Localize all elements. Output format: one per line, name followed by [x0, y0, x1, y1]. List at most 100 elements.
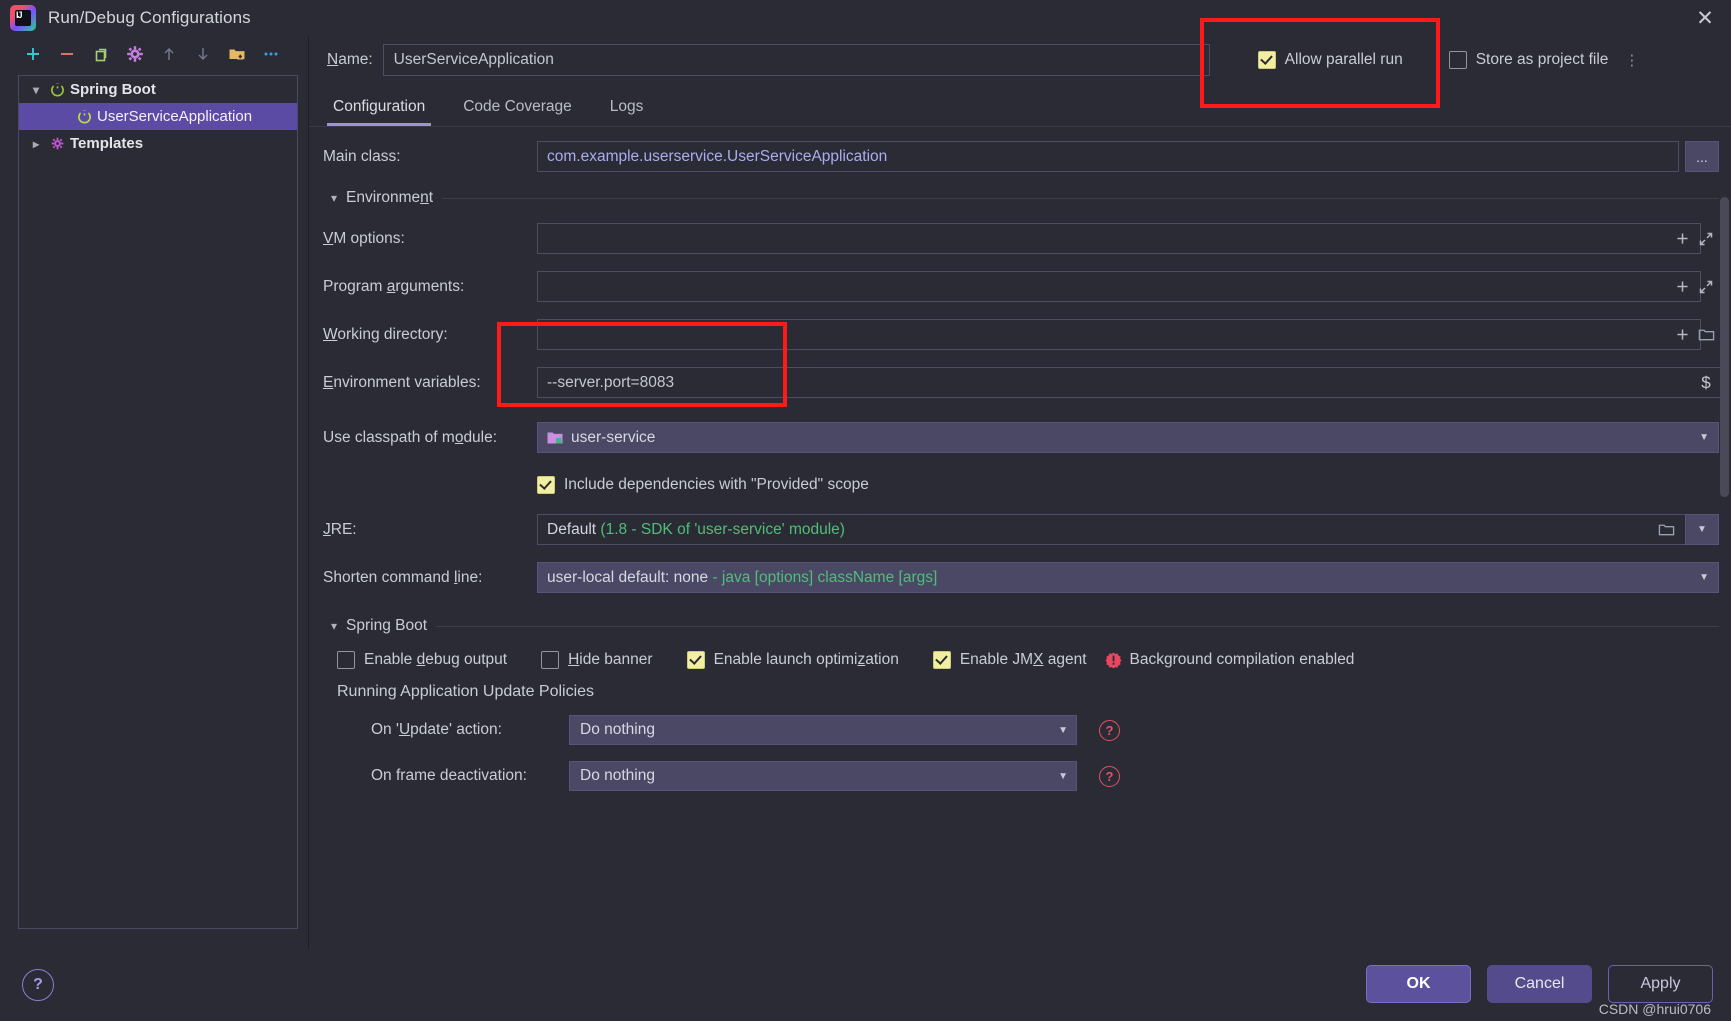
environment-variables-input[interactable]: --server.port=8083	[537, 367, 1723, 398]
form-scrollbar[interactable]	[1720, 127, 1729, 949]
on-frame-deactivation-combo[interactable]: Do nothing ▼	[569, 761, 1077, 791]
configuration-form: Main class: com.example.userservice.User…	[309, 127, 1731, 949]
help-icon[interactable]: ?	[1099, 765, 1120, 787]
close-icon[interactable]: ✕	[1679, 0, 1731, 36]
environment-section-header[interactable]: ▾ Environment	[331, 189, 1719, 207]
tab-code-coverage[interactable]: Code Coverage	[457, 98, 578, 126]
ok-button[interactable]: OK	[1366, 965, 1471, 1003]
configurations-tree[interactable]: ▾ Spring Boot UserServiceApplication ▸ T…	[18, 75, 298, 929]
use-classpath-of-module-row: Use classpath of module: user-service ▼	[323, 422, 1719, 453]
on-update-action-combo[interactable]: Do nothing ▼	[569, 715, 1077, 745]
tree-node-label: UserServiceApplication	[97, 108, 253, 125]
include-provided-checkbox[interactable]: Include dependencies with "Provided" sco…	[537, 476, 869, 494]
enable-launch-optimization-checkbox[interactable]: Enable launch optimization	[686, 651, 899, 669]
jre-dropdown-button[interactable]: ▼	[1685, 514, 1719, 545]
main-class-value: com.example.userservice.UserServiceAppli…	[547, 147, 888, 165]
jre-browse-folder-icon[interactable]	[1653, 522, 1679, 537]
tab-logs[interactable]: Logs	[604, 98, 650, 126]
shorten-command-line-label: Shorten command line:	[323, 568, 483, 586]
tree-node-templates[interactable]: ▸ Templates	[19, 130, 297, 157]
jre-combo[interactable]: Default (1.8 - SDK of 'user-service' mod…	[537, 514, 1711, 545]
enable-debug-output-label: Enable debug output	[364, 651, 508, 668]
allow-parallel-run-checkbox[interactable]: Allow parallel run	[1257, 51, 1403, 69]
move-down-button[interactable]	[188, 40, 218, 68]
section-divider	[442, 197, 1719, 199]
working-directory-add-icon[interactable]	[1669, 327, 1695, 342]
vm-options-expand-icon[interactable]	[1693, 231, 1719, 247]
chevron-down-icon[interactable]: ▼	[1058, 725, 1068, 736]
tree-node-userserviceapplication[interactable]: UserServiceApplication	[19, 103, 297, 130]
scrollbar-thumb[interactable]	[1720, 197, 1729, 497]
chevron-down-icon[interactable]: ▼	[1699, 572, 1709, 583]
program-arguments-add-icon[interactable]	[1669, 279, 1695, 294]
program-arguments-label: Program arguments:	[323, 277, 465, 295]
enable-jmx-agent-checkbox[interactable]: Enable JMX agent	[932, 651, 1087, 669]
editor-tabs: Configuration Code Coverage Logs	[309, 84, 1731, 126]
main-class-label: Main class:	[323, 147, 401, 165]
watermark: CSDN @hrui0706	[1598, 1001, 1711, 1017]
chevron-down-icon[interactable]: ▼	[1058, 771, 1068, 782]
background-compilation-status: Background compilation enabled	[1105, 651, 1355, 669]
main-class-browse-button[interactable]: ...	[1685, 141, 1719, 172]
program-arguments-input[interactable]	[537, 271, 1701, 302]
tree-node-spring-boot[interactable]: ▾ Spring Boot	[19, 76, 297, 103]
working-directory-folder-icon[interactable]	[1693, 327, 1719, 342]
program-arguments-expand-icon[interactable]	[1693, 279, 1719, 295]
hide-banner-label: Hide banner	[568, 651, 653, 668]
tab-label: Code Coverage	[463, 98, 572, 115]
chevron-down-icon[interactable]: ▾	[27, 83, 45, 97]
new-folder-icon[interactable]	[222, 40, 252, 68]
shorten-command-line-row: Shorten command line: user-local default…	[323, 562, 1719, 593]
spring-boot-section-header[interactable]: ▾ Spring Boot	[331, 617, 1719, 635]
main-class-input[interactable]: com.example.userservice.UserServiceAppli…	[537, 141, 1679, 172]
warning-icon	[1105, 652, 1122, 669]
more-options-button[interactable]	[256, 40, 286, 68]
apply-button[interactable]: Apply	[1608, 965, 1713, 1003]
store-as-project-file-label: Store as project file	[1475, 51, 1609, 68]
window-title: Run/Debug Configurations	[48, 8, 251, 27]
remove-configuration-button[interactable]	[52, 40, 82, 68]
name-input[interactable]: UserServiceApplication	[382, 44, 1210, 76]
include-provided-label: Include dependencies with "Provided" sco…	[564, 476, 869, 493]
module-icon	[547, 431, 563, 445]
vm-options-input[interactable]	[537, 223, 1701, 254]
use-classpath-of-module-combo[interactable]: user-service ▼	[537, 422, 1719, 453]
copy-configuration-button[interactable]	[86, 40, 116, 68]
more-vertical-icon[interactable]: ⋮	[1624, 51, 1640, 69]
name-row: Name: UserServiceApplication Allow paral…	[309, 18, 1731, 108]
allow-parallel-run-group: Allow parallel run	[1199, 18, 1440, 108]
move-up-button[interactable]	[154, 40, 184, 68]
chevron-down-icon[interactable]: ▾	[331, 191, 337, 205]
help-button-label: ?	[33, 976, 43, 993]
background-compilation-label: Background compilation enabled	[1129, 651, 1355, 668]
chevron-down-icon[interactable]: ▾	[331, 619, 337, 633]
browse-label: ...	[1696, 148, 1708, 165]
help-button[interactable]: ?	[22, 969, 54, 1001]
gear-icon	[50, 136, 65, 151]
edit-templates-gear-icon[interactable]	[120, 40, 150, 68]
on-update-action-label: On 'Update' action:	[371, 721, 502, 738]
configuration-editor-pane: Name: UserServiceApplication Allow paral…	[308, 18, 1731, 949]
environment-variables-macro-icon[interactable]: $	[1693, 373, 1719, 393]
add-configuration-button[interactable]	[18, 40, 48, 68]
cancel-button[interactable]: Cancel	[1487, 965, 1592, 1003]
chevron-down-icon[interactable]: ▼	[1699, 432, 1709, 443]
checkbox-unchecked-icon	[541, 651, 560, 669]
intellij-idea-logo-icon	[10, 5, 36, 31]
chevron-right-icon[interactable]: ▸	[27, 137, 45, 151]
working-directory-row: Working directory:	[323, 319, 1719, 350]
tab-configuration[interactable]: Configuration	[327, 98, 432, 126]
enable-debug-output-checkbox[interactable]: Enable debug output	[337, 651, 507, 669]
hide-banner-checkbox[interactable]: Hide banner	[541, 651, 653, 669]
shorten-command-line-combo[interactable]: user-local default: none - java [options…	[537, 562, 1719, 593]
allow-parallel-run-label: Allow parallel run	[1284, 51, 1403, 68]
jre-value-hint: (1.8 - SDK of 'user-service' module)	[600, 520, 845, 538]
help-icon[interactable]: ?	[1099, 719, 1120, 741]
vm-options-add-icon[interactable]	[1669, 231, 1695, 246]
store-as-project-file-checkbox[interactable]: Store as project file	[1448, 51, 1609, 69]
include-provided-row: Include dependencies with "Provided" sco…	[323, 470, 1719, 500]
checkbox-checked-icon	[932, 651, 951, 669]
working-directory-input[interactable]	[537, 319, 1701, 350]
apply-button-label: Apply	[1640, 975, 1681, 992]
chevron-down-icon: ▼	[1697, 524, 1707, 535]
